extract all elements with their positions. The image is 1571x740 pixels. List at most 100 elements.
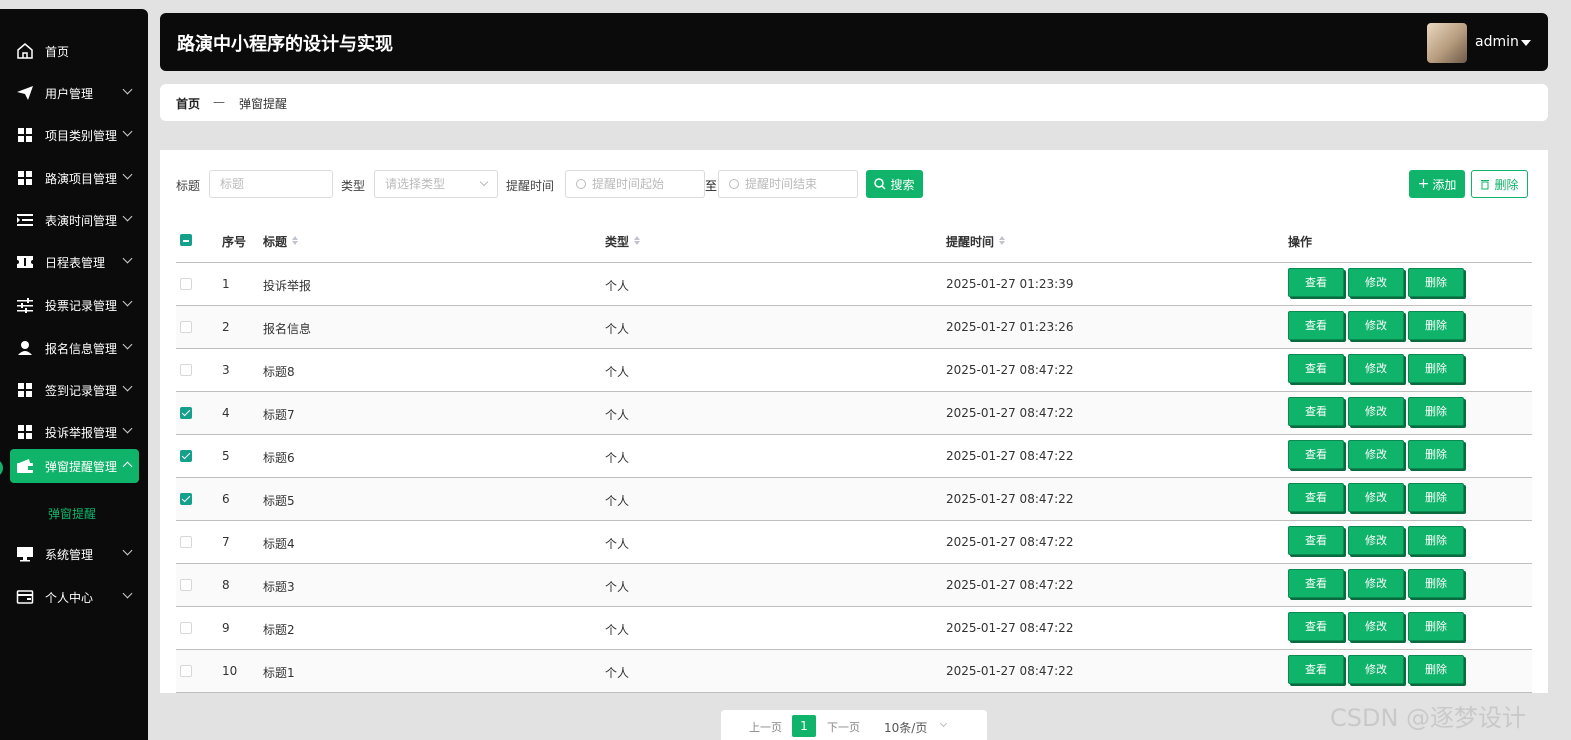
sidebar-item-home[interactable]: 首页 bbox=[10, 34, 139, 68]
type-select[interactable]: 请选择类型 bbox=[374, 170, 498, 198]
sidebar-item-complaints[interactable]: 投诉举报管理 bbox=[10, 415, 139, 449]
trash-icon bbox=[1481, 179, 1490, 189]
view-button[interactable]: 查看 bbox=[1288, 612, 1344, 641]
row-checkbox[interactable] bbox=[180, 579, 192, 591]
delete-button[interactable]: 删除 bbox=[1408, 612, 1464, 641]
delete-button[interactable]: 删除 bbox=[1408, 440, 1464, 469]
cell-time: 2025-01-27 08:47:22 bbox=[946, 621, 1074, 635]
view-button[interactable]: 查看 bbox=[1288, 268, 1344, 297]
delete-button[interactable]: 删除 bbox=[1408, 354, 1464, 383]
edit-button[interactable]: 修改 bbox=[1348, 440, 1404, 469]
breadcrumb-home[interactable]: 首页 bbox=[176, 95, 200, 112]
search-button[interactable]: 搜索 bbox=[866, 170, 923, 198]
edit-button[interactable]: 修改 bbox=[1348, 354, 1404, 383]
sidebar-item-personal-center[interactable]: 个人中心 bbox=[10, 580, 139, 614]
view-button[interactable]: 查看 bbox=[1288, 354, 1344, 383]
view-button[interactable]: 查看 bbox=[1288, 483, 1344, 512]
view-button[interactable]: 查看 bbox=[1288, 397, 1344, 426]
sidebar-item-schedule[interactable]: 日程表管理 bbox=[10, 245, 139, 279]
table-row[interactable]: 9 标题2 个人 2025-01-27 08:47:22 查看 修改 删除 bbox=[176, 607, 1532, 650]
header-actions: 操作 bbox=[1288, 235, 1313, 249]
sort-icon[interactable] bbox=[634, 236, 641, 245]
delete-button[interactable]: 删除 bbox=[1408, 311, 1464, 340]
delete-button[interactable]: 删除 bbox=[1408, 397, 1464, 426]
view-button[interactable]: 查看 bbox=[1288, 526, 1344, 555]
header-type[interactable]: 类型 bbox=[605, 233, 641, 250]
table-row[interactable]: 4 标题7 个人 2025-01-27 08:47:22 查看 修改 删除 bbox=[176, 392, 1532, 435]
view-button[interactable]: 查看 bbox=[1288, 440, 1344, 469]
monitor-icon bbox=[15, 544, 35, 564]
row-checkbox[interactable] bbox=[180, 622, 192, 634]
edit-button[interactable]: 修改 bbox=[1348, 569, 1404, 598]
delete-button[interactable]: 删除 bbox=[1408, 483, 1464, 512]
table-row[interactable]: 6 标题5 个人 2025-01-27 08:47:22 查看 修改 删除 bbox=[176, 478, 1532, 521]
table-row[interactable]: 3 标题8 个人 2025-01-27 08:47:22 查看 修改 删除 bbox=[176, 349, 1532, 392]
next-page-button[interactable]: 下一页 bbox=[827, 719, 860, 735]
submenu-item-popup-reminder[interactable]: 弹窗提醒 bbox=[48, 505, 96, 522]
header-title[interactable]: 标题 bbox=[263, 233, 299, 250]
batch-delete-button[interactable]: 删除 bbox=[1471, 170, 1528, 198]
edit-button[interactable]: 修改 bbox=[1348, 397, 1404, 426]
time-end-input[interactable]: 提醒时间结束 bbox=[718, 170, 858, 198]
table-row[interactable]: 8 标题3 个人 2025-01-27 08:47:22 查看 修改 删除 bbox=[176, 564, 1532, 607]
user-name[interactable]: admin bbox=[1475, 34, 1519, 50]
delete-button[interactable]: 删除 bbox=[1408, 655, 1464, 684]
edit-button[interactable]: 修改 bbox=[1348, 311, 1404, 340]
page-number-current[interactable]: 1 bbox=[792, 715, 816, 737]
sidebar-item-project-category[interactable]: 项目类别管理 bbox=[10, 118, 139, 152]
cell-title: 报名信息 bbox=[263, 322, 312, 336]
time-start-input[interactable]: 提醒时间起始 bbox=[565, 170, 705, 198]
clock-icon bbox=[729, 179, 739, 189]
caret-down-icon[interactable] bbox=[1521, 40, 1531, 46]
table-row[interactable]: 5 标题6 个人 2025-01-27 08:47:22 查看 修改 删除 bbox=[176, 435, 1532, 478]
row-checkbox[interactable] bbox=[180, 278, 192, 290]
table-row[interactable]: 2 报名信息 个人 2025-01-27 01:23:26 查看 修改 删除 bbox=[176, 306, 1532, 349]
table-row[interactable]: 10 标题1 个人 2025-01-27 08:47:22 查看 修改 删除 bbox=[176, 650, 1532, 693]
sidebar-item-checkin[interactable]: 签到记录管理 bbox=[10, 373, 139, 407]
view-button[interactable]: 查看 bbox=[1288, 311, 1344, 340]
sidebar-item-performance-time[interactable]: 表演时间管理 bbox=[10, 203, 139, 237]
edit-button[interactable]: 修改 bbox=[1348, 655, 1404, 684]
row-checkbox[interactable] bbox=[180, 407, 192, 419]
sort-icon[interactable] bbox=[999, 236, 1006, 245]
edit-button[interactable]: 修改 bbox=[1348, 612, 1404, 641]
add-button[interactable]: + 添加 bbox=[1409, 170, 1465, 198]
row-checkbox[interactable] bbox=[180, 493, 192, 505]
sidebar-item-popup-reminder[interactable]: 弹窗提醒管理 bbox=[10, 449, 139, 483]
select-all-checkbox[interactable] bbox=[180, 234, 192, 246]
prev-page-button[interactable]: 上一页 bbox=[749, 719, 782, 735]
edit-button[interactable]: 修改 bbox=[1348, 526, 1404, 555]
cell-index: 6 bbox=[222, 492, 230, 506]
table-row[interactable]: 1 投诉举报 个人 2025-01-27 01:23:39 查看 修改 删除 bbox=[176, 263, 1532, 306]
sidebar-item-label: 表演时间管理 bbox=[45, 213, 118, 228]
view-button[interactable]: 查看 bbox=[1288, 569, 1344, 598]
breadcrumb-separator: — bbox=[213, 95, 225, 109]
sort-icon[interactable] bbox=[292, 236, 299, 245]
title-filter-input[interactable]: 标题 bbox=[209, 170, 333, 198]
sidebar-item-system[interactable]: 系统管理 bbox=[10, 537, 139, 571]
cell-type: 个人 bbox=[605, 666, 630, 680]
avatar[interactable] bbox=[1427, 23, 1467, 63]
sidebar-item-roadshow-project[interactable]: 路演项目管理 bbox=[10, 161, 139, 195]
row-checkbox[interactable] bbox=[180, 450, 192, 462]
page-size-select[interactable]: 10条/页 bbox=[884, 719, 927, 736]
delete-button[interactable]: 删除 bbox=[1408, 526, 1464, 555]
cell-title: 标题2 bbox=[263, 623, 295, 637]
view-button[interactable]: 查看 bbox=[1288, 655, 1344, 684]
row-checkbox[interactable] bbox=[180, 321, 192, 333]
header-time[interactable]: 提醒时间 bbox=[946, 233, 1006, 250]
table-row[interactable]: 7 标题4 个人 2025-01-27 08:47:22 查看 修改 删除 bbox=[176, 521, 1532, 564]
row-checkbox[interactable] bbox=[180, 364, 192, 376]
sidebar-item-users[interactable]: 用户管理 bbox=[10, 76, 139, 110]
edit-button[interactable]: 修改 bbox=[1348, 483, 1404, 512]
edit-button[interactable]: 修改 bbox=[1348, 268, 1404, 297]
cell-title: 标题3 bbox=[263, 580, 295, 594]
sidebar-item-registration[interactable]: 报名信息管理 bbox=[10, 331, 139, 365]
chevron-down-icon bbox=[122, 169, 133, 180]
row-checkbox[interactable] bbox=[180, 536, 192, 548]
sidebar-item-vote-records[interactable]: 投票记录管理 bbox=[10, 288, 139, 322]
delete-button[interactable]: 删除 bbox=[1408, 268, 1464, 297]
delete-button[interactable]: 删除 bbox=[1408, 569, 1464, 598]
row-checkbox[interactable] bbox=[180, 665, 192, 677]
chevron-down-icon bbox=[479, 177, 489, 187]
